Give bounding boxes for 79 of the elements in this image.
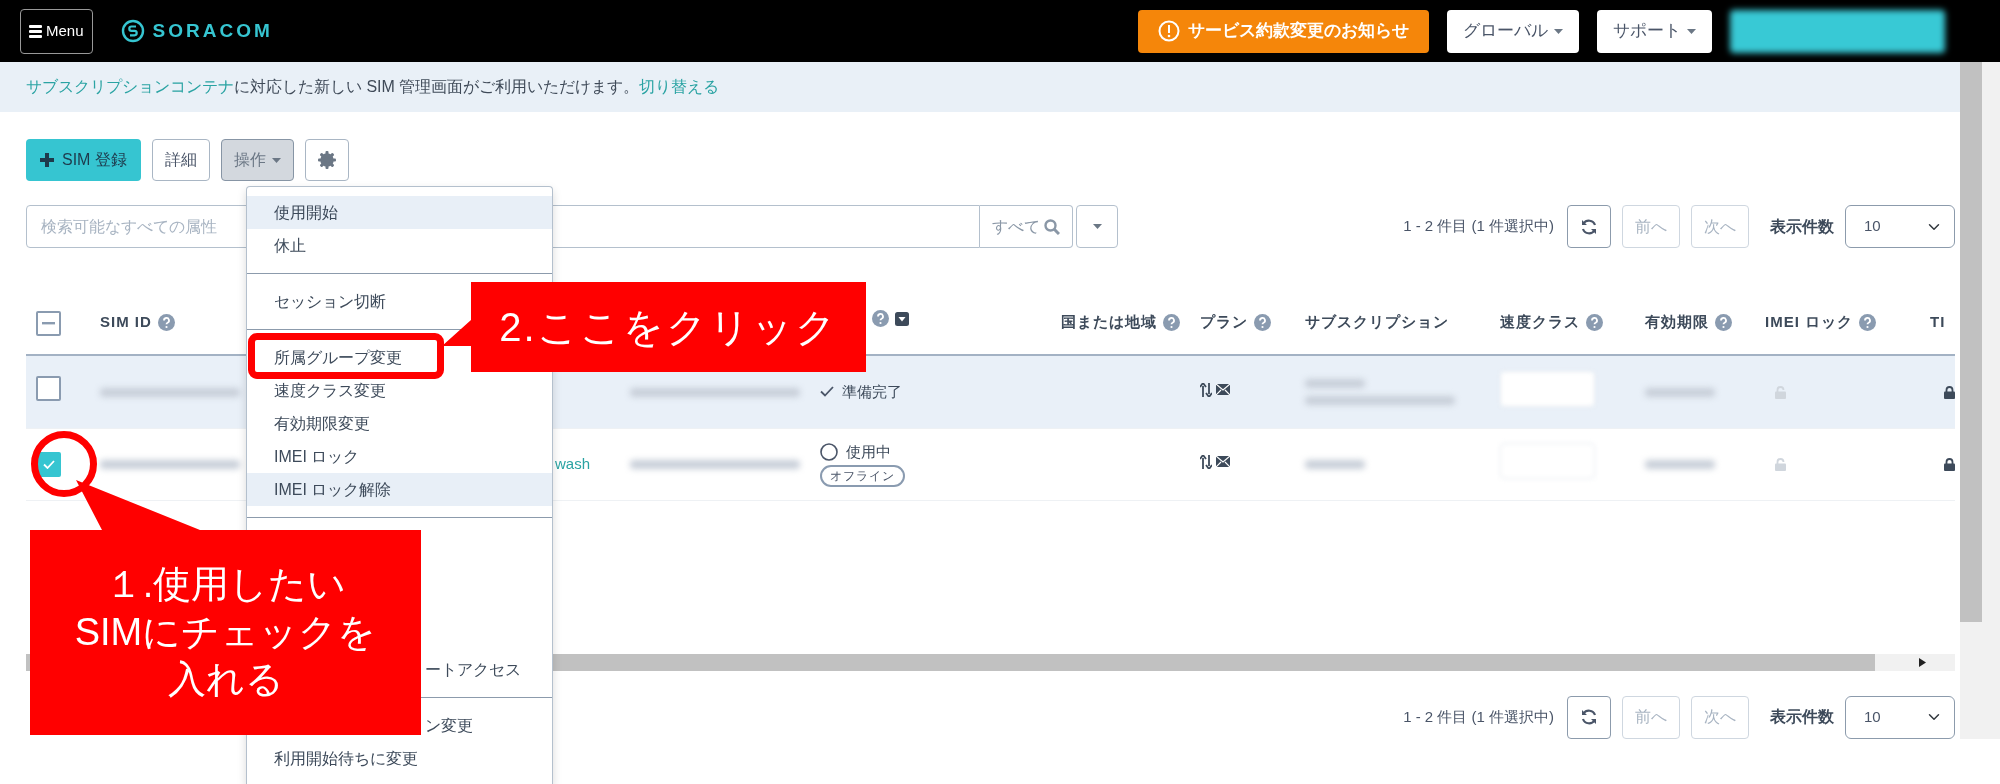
help-icon [1859, 313, 1876, 331]
menu-item[interactable]: 休止 [274, 236, 306, 255]
menu-item[interactable]: 利用開始待ちに変更 [274, 749, 418, 768]
register-sim-button[interactable]: SIM 登録 [26, 139, 141, 181]
dropdown-button[interactable]: サポート [1597, 9, 1712, 53]
menu-item[interactable]: ン変更 [425, 716, 473, 735]
search-icon [1044, 218, 1060, 235]
blurred-text [1305, 459, 1365, 469]
envelope-icon [1216, 384, 1230, 395]
refresh-icon [1580, 708, 1598, 726]
help-icon [1254, 313, 1271, 331]
details-button[interactable]: 詳細 [151, 139, 210, 181]
help-icon [1715, 313, 1732, 331]
select-all-checkbox[interactable] [36, 310, 61, 336]
caret-icon [1687, 28, 1696, 34]
up-down-arrows-icon [1200, 382, 1212, 397]
check-icon [42, 459, 55, 469]
dropdown-button[interactable]: グローバル [1447, 9, 1579, 53]
range-text: 1 - 2 件目 (1 件選択中) [1403, 706, 1554, 727]
column-header[interactable]: 有効期限 [1645, 310, 1709, 334]
status-text: 使用中 [846, 441, 891, 462]
blurred-text [1645, 387, 1715, 397]
range-text: 1 - 2 件目 (1 件選択中) [1403, 216, 1554, 237]
help-icon [872, 310, 889, 328]
minus-icon [42, 321, 55, 325]
menu-item[interactable]: IMEI ロック [274, 447, 360, 466]
row-checkbox[interactable] [36, 376, 61, 401]
column-header[interactable]: 速度クラス [1500, 310, 1580, 334]
menu-item[interactable]: ートアクセス [425, 660, 521, 679]
status-text: 準備完了 [842, 381, 902, 402]
menu-item[interactable]: 使用開始 [247, 196, 552, 229]
right-arrow-icon [1919, 657, 1926, 667]
menu-icon [29, 24, 42, 38]
account-button[interactable] [1730, 9, 1945, 53]
blurred-text [1305, 378, 1365, 388]
page-size-select[interactable]: 10 [1845, 205, 1955, 248]
settings-button[interactable] [304, 139, 349, 181]
envelope-icon [1216, 456, 1230, 468]
callout-text: 入れる [167, 657, 284, 703]
page-size-label: 表示件数 [1770, 707, 1834, 727]
menu-item[interactable]: 速度クラス変更 [274, 381, 386, 400]
menu-button[interactable]: Menu [20, 8, 93, 54]
column-header[interactable]: SIM ID [100, 310, 152, 334]
settings-icon [317, 151, 336, 169]
caret-icon [1554, 28, 1563, 34]
page-size-label: 表示件数 [1770, 216, 1834, 237]
menu-item[interactable]: 有効期限変更 [274, 414, 370, 433]
menu-item[interactable]: セッション切断 [274, 292, 386, 311]
logo-icon [120, 19, 145, 43]
column-header[interactable]: TI [1930, 310, 1946, 334]
callout-text: SIMにチェックを [74, 609, 377, 655]
column-header[interactable]: IMEI ロック [1765, 310, 1853, 334]
page-size-select[interactable]: 10 [1845, 695, 1955, 739]
column-header[interactable]: プラン [1200, 310, 1248, 334]
column-header[interactable]: サブスクリプション [1305, 310, 1449, 334]
status-badge: オフライン [820, 465, 905, 488]
blurred-text [1645, 459, 1715, 469]
banner-text: に対応した新しい SIM 管理画面がご利用いただけます。 [234, 77, 640, 97]
caret-icon [271, 157, 281, 163]
refresh-button[interactable] [1567, 205, 1611, 248]
up-down-arrows-icon [1200, 454, 1212, 469]
refresh-button[interactable] [1567, 695, 1611, 739]
help-icon [157, 313, 175, 331]
menu-item[interactable]: IMEI ロック解除 [247, 473, 552, 506]
help-icon [1586, 313, 1603, 331]
scrollbar[interactable] [1960, 0, 2000, 739]
refresh-icon [1580, 217, 1598, 236]
menu-item[interactable]: 所属グループ変更 [274, 348, 402, 367]
filter-icon[interactable] [895, 311, 909, 326]
alert-icon [1158, 20, 1180, 42]
callout-text: 2.ここをクリック [498, 304, 839, 351]
caret-icon [1092, 224, 1102, 229]
check-icon [820, 386, 834, 398]
column-header[interactable]: 国または地域 [1061, 310, 1157, 334]
brand-name: SORACOM [152, 18, 273, 43]
plus-icon [40, 153, 54, 167]
callout-text: １.使用したい [104, 562, 347, 608]
circle-icon [820, 443, 838, 461]
help-icon [1163, 313, 1180, 331]
